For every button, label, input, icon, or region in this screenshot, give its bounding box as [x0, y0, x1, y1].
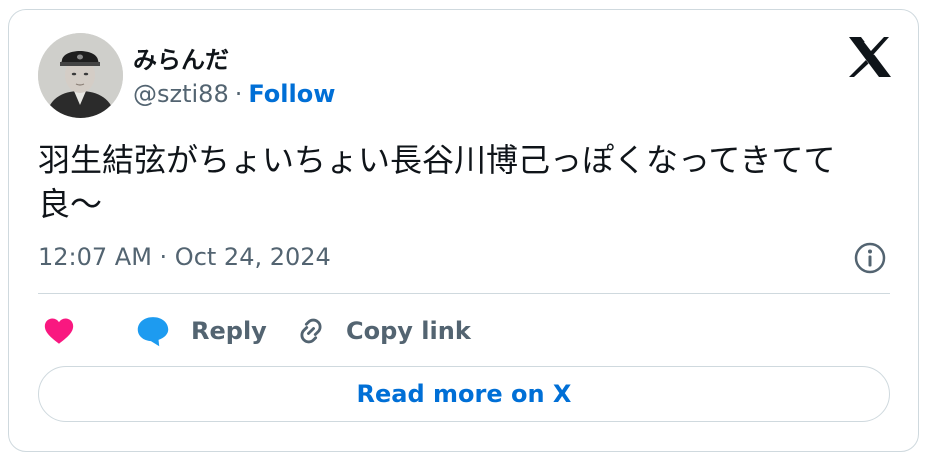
reply-button[interactable]: Reply	[135, 314, 267, 348]
read-more-button[interactable]: Read more on X	[38, 366, 890, 422]
x-logo-icon[interactable]	[848, 36, 892, 78]
author-handle-row: @szti88 · Follow	[133, 80, 335, 108]
heart-icon	[44, 318, 74, 344]
divider	[38, 293, 890, 294]
avatar-photo	[38, 33, 123, 118]
info-icon[interactable]	[853, 241, 887, 275]
copy-link-label: Copy link	[346, 317, 471, 345]
like-button[interactable]	[42, 314, 76, 348]
avatar[interactable]	[38, 33, 123, 118]
copy-link-button[interactable]: Copy link	[294, 314, 471, 348]
author-display-name[interactable]: みらんだ	[133, 40, 229, 75]
follow-button[interactable]: Follow	[248, 80, 335, 108]
handle-separator: ·	[234, 80, 243, 108]
reply-label: Reply	[191, 317, 267, 345]
tweet-timestamp[interactable]: 12:07 AM · Oct 24, 2024	[38, 243, 331, 271]
speech-bubble-icon	[137, 317, 169, 347]
tweet-card: みらんだ @szti88 · Follow 羽生結弦がちょいちょい長谷川博己っぽくな…	[8, 9, 919, 452]
tweet-text: 羽生結弦がちょいちょい長谷川博己っぽくなってきてて良〜	[38, 141, 836, 223]
link-icon	[300, 318, 322, 344]
author-handle[interactable]: @szti88	[133, 80, 229, 108]
